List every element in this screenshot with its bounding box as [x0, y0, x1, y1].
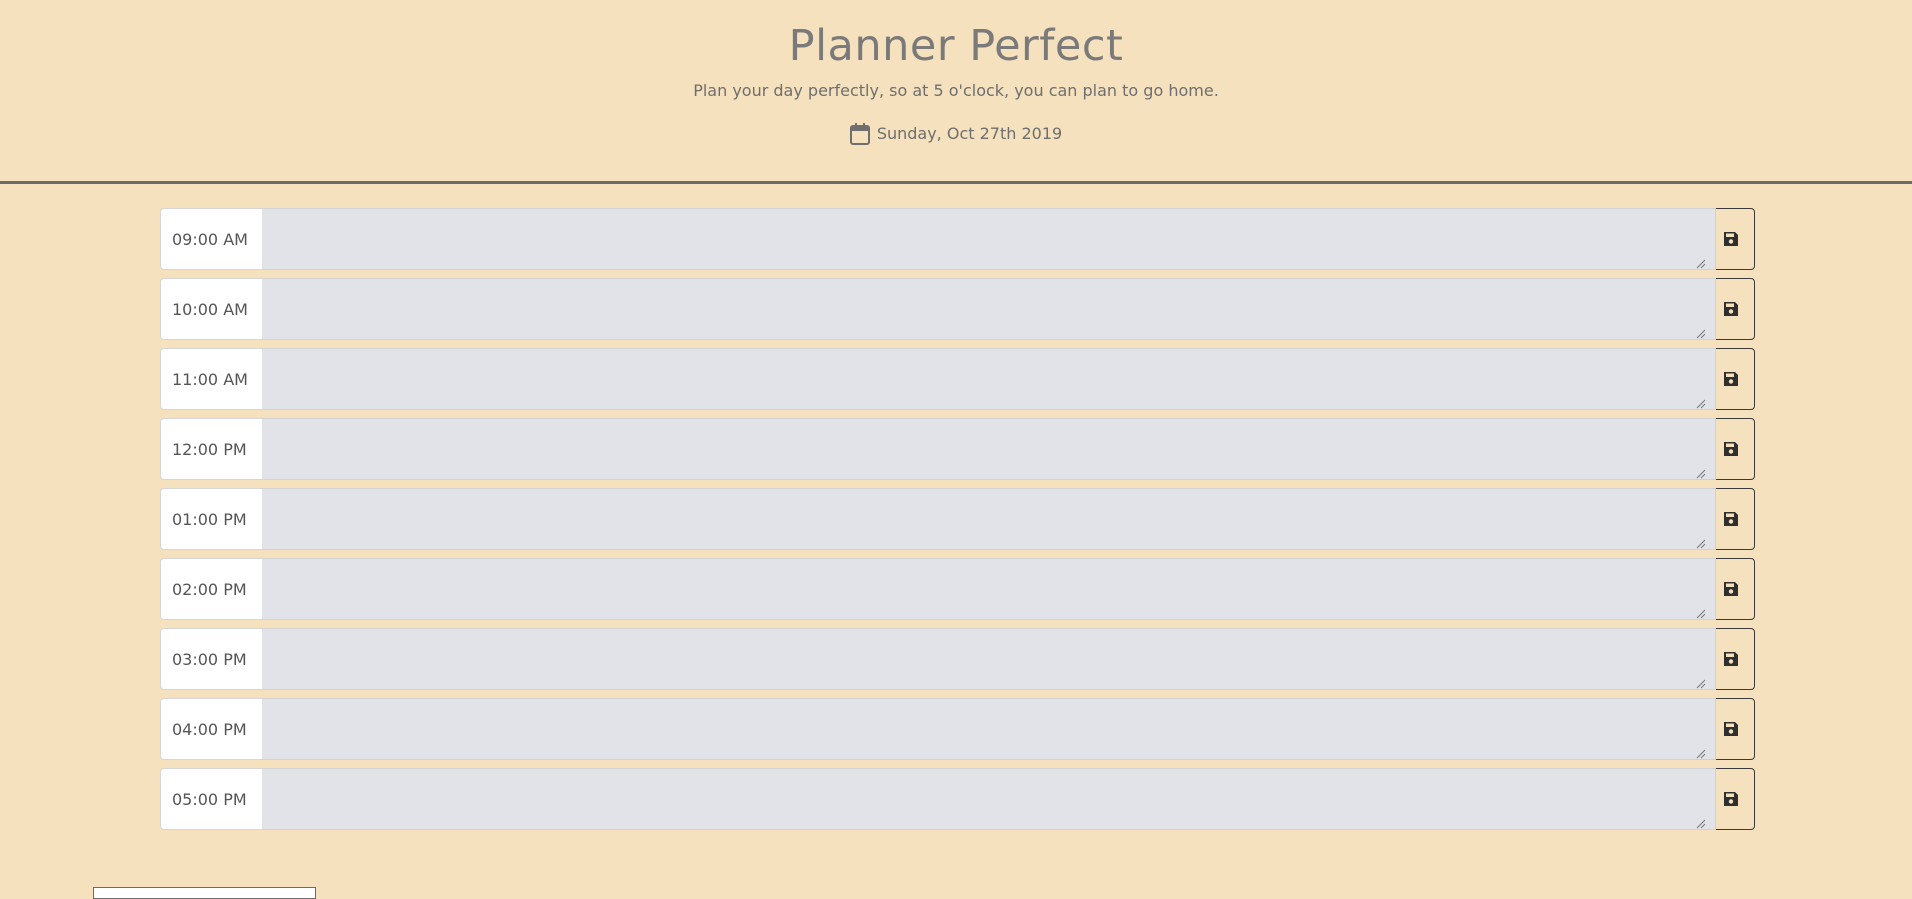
event-input[interactable] [262, 348, 1717, 410]
save-icon [1724, 512, 1739, 526]
save-icon [1724, 302, 1739, 316]
time-block-row: 10:00 AM [160, 278, 1755, 340]
event-input[interactable] [262, 278, 1717, 340]
time-block-row: 11:00 AM [160, 348, 1755, 410]
page-title: Planner Perfect [788, 21, 1124, 71]
entry-wrap [262, 628, 1717, 690]
hour-label: 01:00 PM [160, 488, 263, 550]
hour-label: 10:00 AM [160, 278, 263, 340]
date-text: Sunday, Oct 27th 2019 [876, 124, 1063, 143]
save-icon [1724, 652, 1739, 666]
header: Planner Perfect Plan your day perfectly,… [0, 0, 1912, 184]
event-input[interactable] [262, 768, 1717, 830]
entry-wrap [262, 698, 1717, 760]
hour-label: 04:00 PM [160, 698, 263, 760]
time-block-row: 09:00 AM [160, 208, 1755, 270]
entry-wrap [262, 278, 1717, 340]
save-icon [1724, 582, 1739, 596]
calendar-icon [850, 122, 871, 146]
time-block-row: 04:00 PM [160, 698, 1755, 760]
hour-label: 12:00 PM [160, 418, 263, 480]
hour-label: 02:00 PM [160, 558, 263, 620]
hour-label: 03:00 PM [160, 628, 263, 690]
entry-wrap [262, 208, 1717, 270]
save-icon [1724, 442, 1739, 456]
time-block-row: 05:00 PM [160, 768, 1755, 830]
save-icon [1724, 722, 1739, 736]
time-block-row: 03:00 PM [160, 628, 1755, 690]
bottom-partial-element [93, 887, 316, 899]
save-icon [1724, 792, 1739, 806]
time-block-list: 09:00 AM 10:00 AM 11:00 AM 12:00 PM 01:0… [160, 208, 1755, 838]
time-block-row: 02:00 PM [160, 558, 1755, 620]
hour-label: 11:00 AM [160, 348, 263, 410]
entry-wrap [262, 488, 1717, 550]
event-input[interactable] [262, 698, 1717, 760]
time-block-row: 12:00 PM [160, 418, 1755, 480]
event-input[interactable] [262, 418, 1717, 480]
save-icon [1724, 232, 1739, 246]
entry-wrap [262, 768, 1717, 830]
page-subtitle: Plan your day perfectly, so at 5 o'clock… [693, 81, 1219, 100]
save-icon [1724, 372, 1739, 386]
entry-wrap [262, 418, 1717, 480]
hour-label: 05:00 PM [160, 768, 263, 830]
entry-wrap [262, 558, 1717, 620]
event-input[interactable] [262, 558, 1717, 620]
hour-label: 09:00 AM [160, 208, 263, 270]
time-block-row: 01:00 PM [160, 488, 1755, 550]
entry-wrap [262, 348, 1717, 410]
event-input[interactable] [262, 208, 1717, 270]
event-input[interactable] [262, 628, 1717, 690]
current-date: Sunday, Oct 27th 2019 [0, 122, 1912, 146]
event-input[interactable] [262, 488, 1717, 550]
